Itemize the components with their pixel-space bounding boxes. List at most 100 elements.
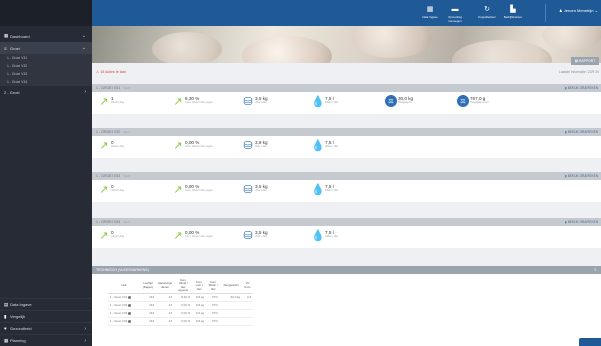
column-header[interactable]: Cum. voer / dier <box>192 279 207 294</box>
mortality-icon: ↗ <box>173 183 183 196</box>
sidebar-subitem-v32[interactable]: 1 - Groei V32 <box>0 62 92 70</box>
view-charts-link[interactable]: ▮ BEKIJK GRAFIEKEN <box>565 86 598 90</box>
kpi-label: Cum. Uitval / dier opgez. <box>185 235 214 238</box>
kpi-label: Voer / dier <box>255 235 267 238</box>
table-cell <box>220 317 243 326</box>
topbar-opmerking-button[interactable]: ▬ Opmerking toevoegen <box>444 5 466 23</box>
topbar-button-label: Data Ingave <box>422 15 438 19</box>
chevron-right-icon: › <box>84 325 86 332</box>
column-header[interactable]: VC Cum. <box>242 279 254 294</box>
topbar-bedrijfsbeheer-button[interactable]: ▙ Bedrijfsbeheer <box>502 5 524 19</box>
view-charts-link[interactable]: ▮ BEKIJK GRAFIEKEN <box>565 174 598 178</box>
growth-scale-icon: ⚖ <box>457 95 469 107</box>
mortality-icon: ↗ <box>99 183 109 196</box>
feed-silo-icon: ⛁ <box>243 95 253 108</box>
view-charts-link[interactable]: ▮ BEKIJK GRAFIEKEN <box>565 130 598 134</box>
sidebar-item-planning[interactable]: ▦ Planning › <box>0 334 92 346</box>
user-name: Jeroen Menetrijn <box>563 8 594 13</box>
feed-silo-icon: ⛁ <box>243 183 253 196</box>
table-cell: 164 <box>140 301 156 310</box>
sidebar-item-dashboard[interactable]: ▦ Dashboard ⌄ <box>0 30 92 42</box>
table-row: 1 - Groei V33 164 12 0,00 % 171 kg 373 l <box>108 309 254 318</box>
sidebar-item-groei[interactable]: ≡ Groei ⌄ <box>0 42 92 54</box>
kpi-dagelijkse-groei: ⚖ 767,0 g Dagelijkse groei <box>457 95 488 107</box>
sidebar-logo-area <box>0 0 92 26</box>
info-dot-icon <box>128 295 132 299</box>
sidebar-item-label: Planning <box>10 338 26 343</box>
rapport-label: RAPPORT <box>578 59 596 63</box>
sidebar-item-groei-2[interactable]: 2 - Groei › <box>0 86 92 98</box>
technisch-table: Hok Leeftijd (Dagen) Aanwezige dieren Cu… <box>108 278 254 326</box>
table-cell: 373 l <box>206 309 221 318</box>
column-header[interactable]: Leeftijd (Dagen) <box>140 279 156 294</box>
table-cell: 164 <box>140 309 156 318</box>
kpi-label: Dagelijkse groei <box>470 101 489 104</box>
chart-icon: ▮ <box>565 130 567 134</box>
topbar-koppelbeheer-button[interactable]: ↻ Koppelbeheer <box>476 5 498 19</box>
building-icon: ▙ <box>510 6 516 13</box>
mortality-icon: ↗ <box>173 95 183 108</box>
column-header[interactable]: Diergewicht <box>220 279 243 294</box>
table-cell <box>242 317 254 326</box>
chart-icon: ▮ <box>565 174 567 178</box>
chevron-right-icon: › <box>84 89 86 95</box>
view-charts-link[interactable]: ▮ BEKIJK GRAFIEKEN <box>565 220 598 224</box>
group-panel-v33: 1 - GROEI V33 Vak 8 ▮ BEKIJK GRAFIEKEN ↗… <box>92 172 601 202</box>
kpi-uitval-dag: ↗ 0 Uitval / dag <box>98 229 124 242</box>
column-header[interactable]: Cum. Uitval / dier opgezet <box>174 278 193 294</box>
table-header-row: Hok Leeftijd (Dagen) Aanwezige dieren Cu… <box>108 278 254 294</box>
chart-icon: ▮ <box>565 220 567 224</box>
table-cell: 2,6 <box>242 293 254 302</box>
kpi-water: 💧 7,5 l Water / dier <box>311 183 339 196</box>
table-cell: 0,00 % <box>174 317 193 326</box>
refresh-icon: ↻ <box>484 6 490 13</box>
table-cell: 12 <box>156 309 175 318</box>
column-header[interactable]: Cum. Water / dier <box>206 279 221 294</box>
user-icon: ♟ <box>559 8 563 13</box>
sidebar-item-data-ingave[interactable]: ▤ Data Ingave <box>0 298 92 310</box>
group-panel-v31: 1 - GROEI V31 Vak 8 ▮ BEKIJK GRAFIEKEN ↗… <box>92 84 601 114</box>
rapport-button[interactable]: ▤ RAPPORT <box>571 57 599 65</box>
group-tag: Vak 8 <box>123 86 131 90</box>
table-cell: 164 <box>140 293 156 302</box>
sidebar-subitem-v31[interactable]: 1 - Groei V31 <box>0 54 92 62</box>
kpi-label: Water / dier <box>325 189 339 192</box>
table-cell-hok[interactable]: 1 - Groei V32 <box>108 301 140 310</box>
group-title: 1 - GROEI V31 <box>96 86 121 90</box>
sidebar-subitem-v33[interactable]: 1 - Groei V33 <box>0 70 92 78</box>
last-info-timestamp: Laatste informatie: 22/9 20 <box>558 70 599 74</box>
table-cell: 90,0 kg <box>220 293 243 302</box>
table-cell-hok[interactable]: 1 - Groei V33 <box>108 309 140 318</box>
table-cell: 174 kg <box>192 293 207 302</box>
user-menu[interactable]: ♟ Jeroen Menetrijn ⌄ <box>559 8 598 13</box>
late-actions-alert[interactable]: ⚠ 15 Acties te laat <box>96 70 126 74</box>
table-cell-hok[interactable]: 1 - Groei V31 <box>108 293 140 302</box>
kpi-voer: ⛁ 3,5 kg Voer / dier <box>242 183 267 196</box>
table-cell: 373 l <box>206 293 221 302</box>
table-row: 1 - Groei V31 164 12 8,30 % 174 kg 373 l… <box>108 293 254 302</box>
table-cell-hok[interactable]: 1 - Groei V34 <box>108 317 140 326</box>
column-header[interactable]: Hok <box>108 279 140 294</box>
download-icon[interactable]: ⇩ <box>594 266 597 274</box>
kpi-label: Water / dier <box>325 145 339 148</box>
kpi-label: Uitval / dag <box>111 189 124 192</box>
view-charts-label: BEKIJK GRAFIEKEN <box>567 174 598 178</box>
kpi-label: Voer / dier <box>255 145 267 148</box>
view-charts-label: BEKIJK GRAFIEKEN <box>567 220 598 224</box>
sidebar-item-vergelijk[interactable]: ▮ Vergelijk <box>0 310 92 322</box>
sidebar-item-gezondheid[interactable]: ♥ Gezondheid › <box>0 322 92 334</box>
column-header[interactable]: Aanwezige dieren <box>156 279 175 294</box>
kpi-water: 💧 7,5 l Water / dier <box>311 229 338 242</box>
scroll-top-button[interactable] <box>579 338 601 346</box>
group-body: ↗ 0 Uitval / dag ↗ 0,00 % Cum. Uitval / di… <box>92 136 601 158</box>
mortality-icon: ↗ <box>173 139 183 152</box>
topbar-data-ingave-button[interactable]: ▦ Data Ingave <box>419 5 441 19</box>
sidebar-subitem-v34[interactable]: 1 - Groei V34 <box>0 78 92 86</box>
kpi-uitval-dag: ↗ 0 Uitval / dag <box>98 183 124 196</box>
technisch-table-panel: Hok Leeftijd (Dagen) Aanwezige dieren Cu… <box>92 274 601 346</box>
kpi-cum-uitval: ↗ 8,30 % Cum. Uitval / dier opgez. <box>172 95 213 108</box>
table-row: 1 - Groei V32 164 12 0,00 % 174 kg 373 l <box>108 301 254 310</box>
group-title: 1 - GROEI V33 <box>96 174 121 178</box>
info-dot-icon <box>128 311 132 315</box>
table-cell <box>242 309 254 318</box>
